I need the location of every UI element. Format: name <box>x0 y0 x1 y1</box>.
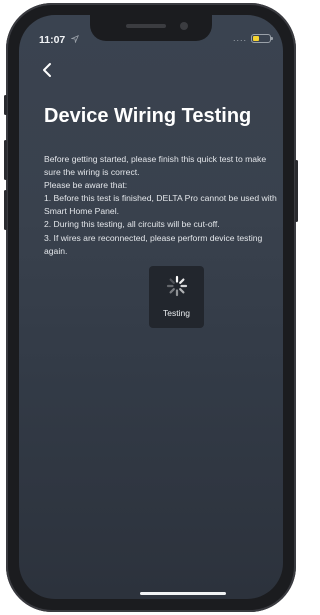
spinner-icon <box>166 275 188 297</box>
volume-up-button <box>4 140 7 180</box>
chevron-left-icon[interactable] <box>39 61 57 79</box>
app-screen: 11:07 .... Device Wiring Testing Before … <box>19 15 283 599</box>
notice-item: 1. Before this test is finished, DELTA P… <box>44 193 277 217</box>
signal-dots: .... <box>232 33 247 43</box>
battery-icon <box>251 33 273 43</box>
volume-down-button <box>4 190 7 230</box>
status-time: 11:07 <box>39 34 66 46</box>
notice-item: 2. During this testing, all circuits wil… <box>44 219 220 230</box>
loading-label: Testing <box>163 308 190 318</box>
intro-text: Before getting started, please finish th… <box>44 154 267 178</box>
speaker <box>126 24 166 28</box>
status-indicators: .... <box>232 33 273 43</box>
battery-fill <box>253 35 259 41</box>
mute-switch <box>4 95 7 115</box>
home-indicator[interactable] <box>140 592 226 595</box>
page-title: Device Wiring Testing <box>44 105 252 127</box>
power-button <box>295 160 298 222</box>
loading-overlay: Testing <box>149 266 204 328</box>
front-camera <box>180 22 188 30</box>
notch <box>90 15 212 41</box>
location-arrow-icon <box>71 35 79 43</box>
instructions: Before getting started, please finish th… <box>44 153 280 258</box>
notice-heading: Please be aware that: <box>44 180 128 191</box>
notice-item: 3. If wires are reconnected, please perf… <box>44 232 263 256</box>
